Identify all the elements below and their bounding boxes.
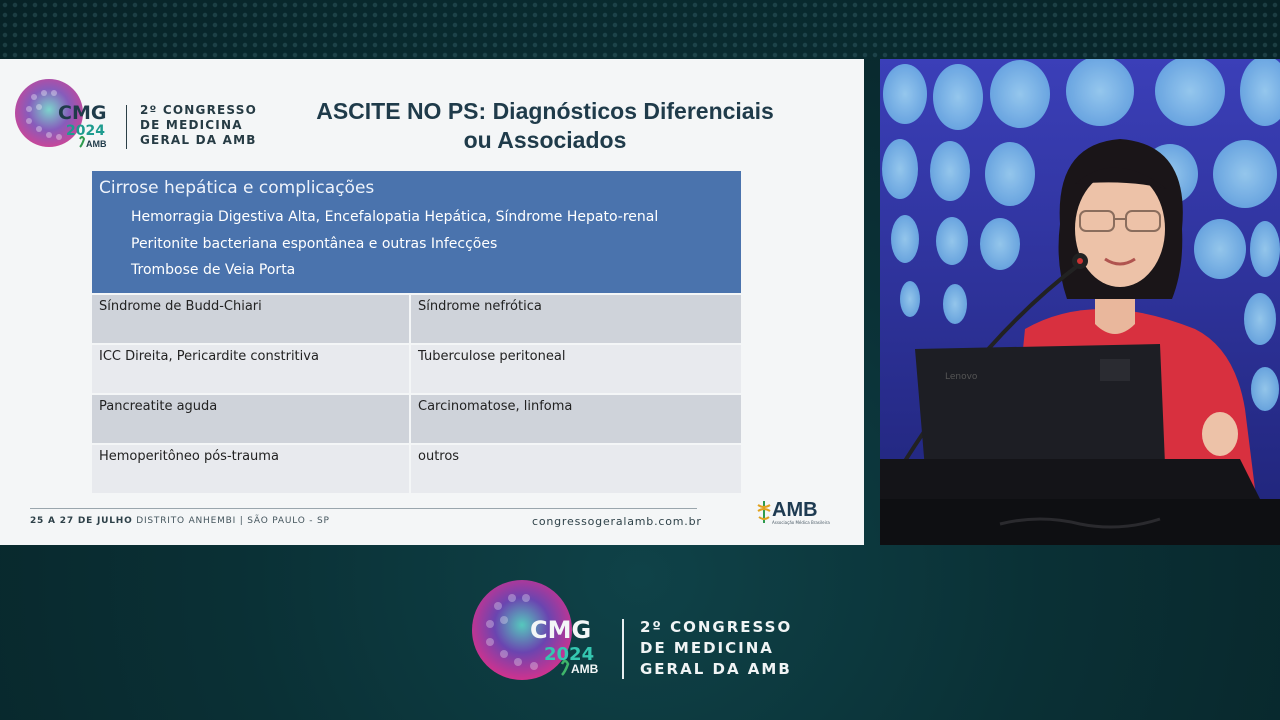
cirrhosis-box: Cirrose hepática e complicações Hemorrag…	[92, 171, 741, 293]
speaker-camera-feed: Lenovo	[880, 59, 1280, 545]
svg-text:AMB: AMB	[86, 139, 107, 149]
congress-name-line: DE MEDICINA	[140, 118, 243, 132]
presentation-slide: CMG 2024 AMB 2º CONGRESSO DE MEDICINA GE…	[0, 59, 864, 545]
amb-logo-text: AMB	[772, 499, 818, 521]
amb-tagline: Associação Médica Brasileira	[772, 520, 830, 525]
cmg-logo-icon: CMG 2024 AMB	[472, 580, 599, 680]
speaker-video-image: Lenovo	[880, 59, 1280, 545]
caduceus-icon	[757, 501, 771, 523]
cirrhosis-heading: Cirrose hepática e complicações	[99, 178, 375, 198]
svg-text:CMG: CMG	[530, 616, 591, 644]
background-dot-pattern	[0, 0, 1280, 58]
congress-name: 2º CONGRESSO DE MEDICINA GERAL DA AMB	[140, 103, 270, 148]
event-dates-venue: 25 A 27 DE JULHO DISTRITO ANHEMBI | SÃO …	[30, 516, 330, 526]
footer-divider	[30, 508, 697, 509]
table-cell: Síndrome nefrótica	[411, 295, 741, 343]
svg-text:Lenovo: Lenovo	[945, 372, 978, 382]
table-cell: Tuberculose peritoneal	[411, 345, 741, 393]
table-row: Síndrome de Budd-Chiari Síndrome nefróti…	[92, 295, 741, 345]
slide-title-line: ASCITE NO PS: Diagnósticos Diferenciais	[316, 98, 774, 124]
slide-title-line: ou Associados	[463, 127, 627, 153]
congress-name: 2º CONGRESSO DE MEDICINA GERAL DA AMB	[640, 617, 792, 680]
svg-text:AMB: AMB	[571, 662, 599, 676]
table-row: Pancreatite aguda Carcinomatose, linfoma	[92, 395, 741, 445]
congress-name-line: DE MEDICINA	[640, 639, 774, 657]
website-link: congressogeralamb.com.br	[532, 515, 702, 528]
table-row: Hemoperitôneo pós-trauma outros	[92, 445, 741, 495]
cirrhosis-item: Trombose de Veia Porta	[131, 262, 296, 278]
diagnosis-table: Síndrome de Budd-Chiari Síndrome nefróti…	[92, 295, 741, 495]
table-cell: ICC Direita, Pericardite constritiva	[92, 345, 409, 393]
congress-name-line: 2º CONGRESSO	[640, 618, 793, 636]
table-cell: Carcinomatose, linfoma	[411, 395, 741, 443]
brand-divider	[622, 619, 624, 679]
congress-name-line: GERAL DA AMB	[640, 660, 792, 678]
svg-text:2024: 2024	[66, 123, 105, 139]
logo-divider	[126, 105, 127, 149]
table-cell: Síndrome de Budd-Chiari	[92, 295, 409, 343]
event-venue: DISTRITO ANHEMBI | SÃO PAULO - SP	[136, 516, 330, 526]
table-cell: Pancreatite aguda	[92, 395, 409, 443]
cirrhosis-item: Hemorragia Digestiva Alta, Encefalopatia…	[131, 209, 659, 225]
svg-text:CMG: CMG	[58, 102, 106, 124]
slide-title: ASCITE NO PS: Diagnósticos Diferenciais …	[270, 97, 820, 155]
congress-name-line: GERAL DA AMB	[140, 133, 257, 147]
table-cell: outros	[411, 445, 741, 493]
cirrhosis-item: Peritonite bacteriana espontânea e outra…	[131, 236, 498, 252]
table-row: ICC Direita, Pericardite constritiva Tub…	[92, 345, 741, 395]
table-cell: Hemoperitôneo pós-trauma	[92, 445, 409, 493]
congress-name-line: 2º CONGRESSO	[140, 103, 257, 117]
event-dates: 25 A 27 DE JULHO	[30, 516, 133, 526]
cmg-logo-icon: CMG 2024 AMB	[15, 79, 107, 149]
